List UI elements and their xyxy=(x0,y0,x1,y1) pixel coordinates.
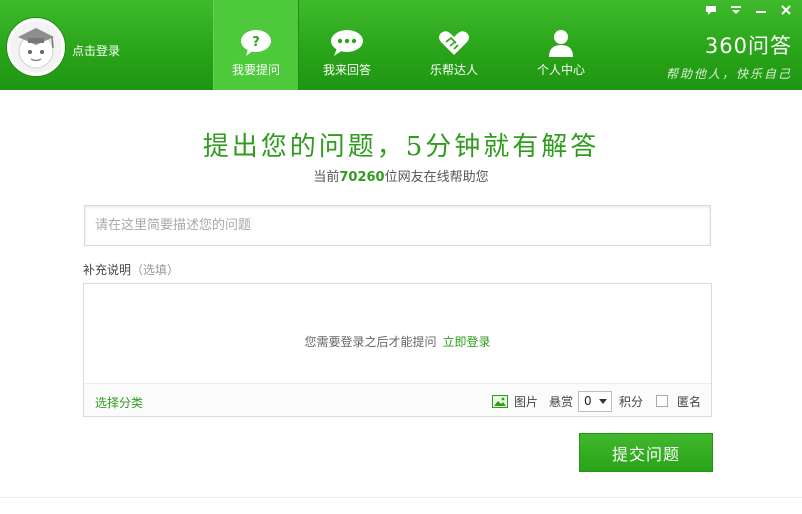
submit-question-button[interactable]: 提交问题 xyxy=(579,433,713,472)
brand: 360问答 帮助他人，快乐自己 xyxy=(666,30,792,82)
supplement-optional: （选填） xyxy=(131,263,180,277)
person-icon xyxy=(543,28,579,58)
reward-value: 0 xyxy=(583,393,592,408)
footer-divider xyxy=(0,497,802,498)
feedback-icon[interactable] xyxy=(705,4,717,18)
insert-image-button[interactable]: 图片 xyxy=(491,393,538,410)
tab-label: 我来回答 xyxy=(322,63,371,77)
tab-personal-center[interactable]: 个人中心 xyxy=(518,0,604,90)
points-label: 积分 xyxy=(618,394,643,409)
login-notice: 您需要登录之后才能提问 立即登录 xyxy=(84,333,711,350)
svg-text:?: ? xyxy=(252,35,260,50)
page-headline: 提出您的问题，5分钟就有解答 xyxy=(202,132,600,162)
supplement-label: 补充说明（选填） xyxy=(83,261,179,278)
tab-ask-question[interactable]: ? 我要提问 xyxy=(213,0,299,90)
toolbar-right: 图片 悬赏 0 积分 匿名 xyxy=(491,390,701,412)
online-count: 70260 xyxy=(339,170,385,185)
handshake-icon xyxy=(436,28,472,58)
brand-slogan: 帮助他人，快乐自己 xyxy=(665,67,792,81)
select-category-link[interactable]: 选择分类 xyxy=(95,394,143,411)
login-link[interactable]: 点击登录 xyxy=(72,42,120,59)
menu-icon[interactable] xyxy=(730,4,742,18)
avatar[interactable] xyxy=(7,18,65,76)
login-notice-text: 您需要登录之后才能提问 xyxy=(304,335,437,349)
brand-logo: 360问答 xyxy=(704,34,792,58)
app-header: 点击登录 ? 我要提问 我来回答 乐帮达人 个人中心 360问答 帮助他人，快乐… xyxy=(0,0,802,90)
supplement-label-text: 补充说明 xyxy=(83,263,132,277)
graduate-avatar-icon xyxy=(18,28,54,69)
online-prefix: 当前 xyxy=(313,170,340,185)
anonymous-label: 匿名 xyxy=(676,394,701,409)
window-controls xyxy=(705,4,792,18)
image-icon xyxy=(491,394,508,408)
chat-bubble-icon xyxy=(329,28,365,58)
login-now-link[interactable]: 立即登录 xyxy=(443,335,491,349)
reward-select[interactable]: 0 xyxy=(577,390,612,412)
question-input[interactable] xyxy=(84,205,711,246)
tab-label: 我要提问 xyxy=(231,63,280,77)
footer-text: ... xyxy=(40,508,51,514)
tab-label: 乐帮达人 xyxy=(429,63,478,77)
online-count-text: 当前70260位网友在线帮助您 xyxy=(0,166,802,185)
anonymous-checkbox[interactable] xyxy=(655,395,668,407)
supplement-toolbar: 选择分类 图片 悬赏 0 积分 匿名 xyxy=(84,383,711,416)
tab-label: 个人中心 xyxy=(536,63,585,77)
question-bubble-icon: ? xyxy=(238,28,274,58)
tab-helpers[interactable]: 乐帮达人 xyxy=(411,0,497,90)
main-nav: ? 我要提问 我来回答 乐帮达人 个人中心 xyxy=(213,0,604,90)
tab-answer[interactable]: 我来回答 xyxy=(304,0,390,90)
minimize-icon[interactable] xyxy=(755,4,767,18)
chevron-down-icon xyxy=(598,398,607,404)
close-icon[interactable] xyxy=(780,4,792,18)
supplement-box[interactable]: 您需要登录之后才能提问 立即登录 选择分类 图片 悬赏 0 积分 匿名 xyxy=(83,283,712,417)
reward-label: 悬赏 xyxy=(548,394,573,409)
online-suffix: 位网友在线帮助您 xyxy=(384,170,489,185)
image-label: 图片 xyxy=(513,394,538,409)
